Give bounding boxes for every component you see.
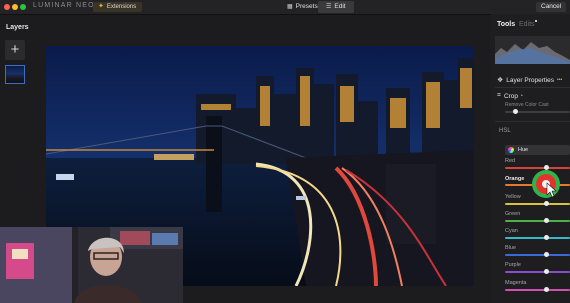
zoom-window-button[interactable] <box>20 4 26 10</box>
crop-icon: ⌗ <box>497 92 501 99</box>
red-label: Red <box>505 158 516 164</box>
edit-tab[interactable]: ☰ Edit <box>318 1 354 13</box>
crop-label: Crop <box>503 92 519 100</box>
layers-icon: ❖ <box>497 77 504 84</box>
hue-selector-label: Hue <box>518 147 529 153</box>
hue-selector[interactable]: Hue <box>505 145 570 155</box>
purple-label: Purple <box>505 262 521 268</box>
presets-label: Presets <box>295 3 318 10</box>
magenta-slider-knob[interactable] <box>544 287 549 292</box>
cyan-slider[interactable] <box>505 237 570 239</box>
cyan-label: Cyan <box>505 228 518 234</box>
yellow-slider[interactable] <box>505 203 570 205</box>
blue-slider-knob[interactable] <box>544 252 549 257</box>
layer-thumbnail[interactable] <box>5 65 25 84</box>
edit-label: Edit <box>334 3 346 10</box>
yellow-slider-knob[interactable] <box>544 201 549 206</box>
orange-slider-knob-highlight[interactable] <box>530 168 562 200</box>
green-slider[interactable] <box>505 220 570 222</box>
remove-color-cast-label: Remove Color Cast <box>505 102 549 108</box>
blue-slider[interactable] <box>505 254 570 256</box>
crop-dot: • <box>521 93 523 99</box>
color-wheel-icon <box>508 147 514 153</box>
cyan-slider-knob[interactable] <box>544 235 549 240</box>
hsl-section-label: HSL <box>499 128 511 134</box>
minimize-window-button[interactable] <box>12 4 18 10</box>
app-logo: LUMINAR NEO <box>33 2 95 9</box>
magenta-label: Magenta <box>505 280 527 286</box>
layer-properties-row[interactable]: ❖ Layer Properties ••• <box>497 76 563 85</box>
close-window-button[interactable] <box>4 4 10 10</box>
presets-icon: ▦ <box>287 4 293 10</box>
tab-tools[interactable]: Tools <box>497 21 515 28</box>
histogram-graph <box>495 42 570 64</box>
divider <box>495 87 570 88</box>
crop-row[interactable]: ⌗ Crop • <box>497 92 523 100</box>
green-slider-knob[interactable] <box>544 218 549 223</box>
extensions-label: Extensions <box>106 4 137 10</box>
add-layer-button[interactable]: + <box>5 40 25 60</box>
orange-label: Orange <box>505 176 525 182</box>
yellow-label: Yellow <box>505 194 521 200</box>
purple-slider-knob[interactable] <box>544 269 549 274</box>
layer-properties-label: Layer Properties <box>506 76 554 84</box>
webcam-overlay <box>0 227 183 303</box>
edits-indicator-dot <box>535 20 537 22</box>
divider <box>495 121 570 122</box>
remove-color-cast-knob[interactable] <box>513 109 518 114</box>
layer-properties-badge: ••• <box>556 77 563 83</box>
magenta-slider[interactable] <box>505 289 570 291</box>
presenter-video <box>0 227 183 303</box>
layers-title: Layers <box>6 24 29 31</box>
purple-slider[interactable] <box>505 271 570 273</box>
extensions-button[interactable]: ✦ Extensions <box>93 2 143 12</box>
cancel-button[interactable]: Cancel <box>536 2 567 12</box>
histogram <box>495 36 570 64</box>
sliders-icon: ☰ <box>326 4 332 10</box>
green-label: Green <box>505 211 521 217</box>
puzzle-icon: ✦ <box>98 3 104 10</box>
top-bar: LUMINAR NEO ✦ Extensions ▦ Presets ☰ Edit … <box>0 0 570 15</box>
tab-edits[interactable]: Edits <box>519 21 535 28</box>
blue-label: Blue <box>505 245 517 251</box>
